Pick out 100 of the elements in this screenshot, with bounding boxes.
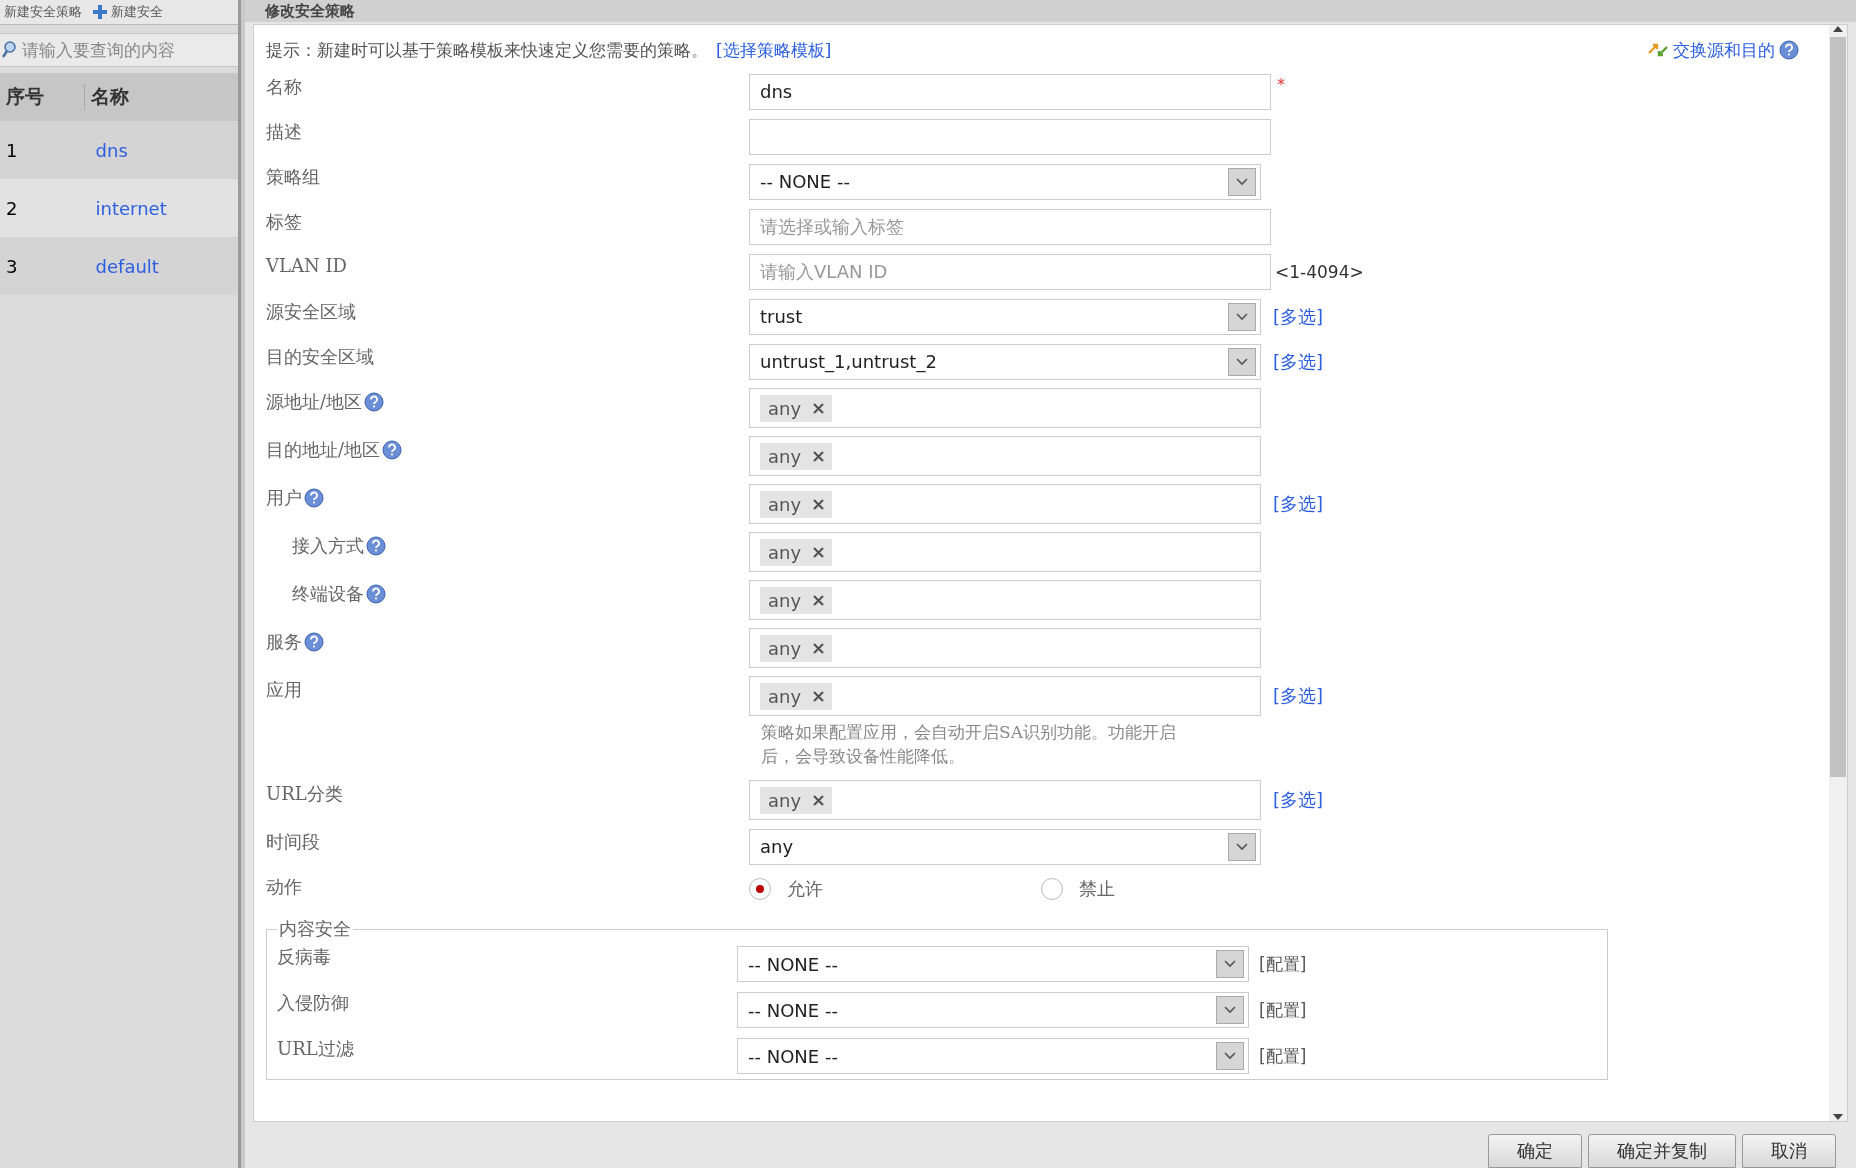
multi-select-link[interactable]: [多选]: [1273, 789, 1324, 810]
app-note: 策略如果配置应用，会自动开启SA识别功能。功能开启后，会导致设备性能降低。: [761, 721, 1177, 768]
dialog-button[interactable]: 确定: [1488, 1134, 1582, 1168]
radio-option[interactable]: 禁止: [1041, 877, 1333, 901]
help-icon[interactable]: [304, 632, 324, 652]
dropdown-button[interactable]: [1228, 347, 1256, 376]
field-label: 源安全区域: [266, 300, 356, 324]
radio-button[interactable]: [1041, 878, 1063, 900]
close-icon[interactable]: [813, 794, 825, 806]
select-field[interactable]: trust: [749, 298, 1261, 335]
table-row[interactable]: 2 internet: [0, 179, 238, 237]
help-icon[interactable]: [382, 440, 403, 460]
dropdown-button[interactable]: [1228, 302, 1256, 331]
new-policy-button[interactable]: 新建安全: [92, 3, 163, 21]
scroll-down-icon[interactable]: [1833, 1113, 1843, 1121]
field-label: 源地址/地区: [266, 390, 363, 414]
select-field[interactable]: any: [749, 828, 1261, 865]
tag-field[interactable]: any: [749, 484, 1261, 524]
tag-field[interactable]: any: [749, 388, 1261, 428]
close-icon[interactable]: [813, 642, 825, 654]
select-field[interactable]: -- NONE --: [737, 992, 1249, 1028]
field-label: 名称: [266, 75, 302, 99]
table-row[interactable]: 3 default: [0, 237, 238, 295]
tag-chip: any: [760, 442, 833, 470]
required-marker: *: [1277, 75, 1285, 94]
field-label: 接入方式: [292, 534, 364, 558]
radio-button[interactable]: [749, 878, 771, 900]
dropdown-button[interactable]: [1216, 996, 1244, 1024]
tag-field[interactable]: any: [749, 780, 1261, 820]
tag-chip: any: [760, 682, 833, 710]
dropdown-button[interactable]: [1216, 1042, 1244, 1070]
dropdown-button[interactable]: [1216, 950, 1244, 978]
chevron-down-icon: [1224, 1006, 1236, 1014]
multi-select-link[interactable]: [多选]: [1273, 305, 1324, 327]
scroll-up-icon[interactable]: [1833, 25, 1843, 33]
text-field[interactable]: dns: [749, 73, 1271, 110]
template-link[interactable]: [选择策略模板]: [716, 38, 832, 62]
config-link[interactable]: [配置]: [1259, 998, 1307, 1022]
help-icon[interactable]: [364, 392, 385, 412]
field-label: 动作: [266, 875, 302, 899]
dropdown-button[interactable]: [1228, 832, 1256, 861]
group-title: 内容安全: [278, 917, 352, 941]
config-link[interactable]: [配置]: [1259, 952, 1307, 976]
search-field[interactable]: 请输入要查询的内容: [0, 33, 238, 67]
tag-chip: any: [760, 490, 833, 518]
field-label: VLAN ID: [266, 255, 347, 276]
table-cell: 1: [6, 139, 18, 161]
field-label: 描述: [266, 120, 302, 144]
text-field[interactable]: 请输入VLAN ID: [749, 253, 1271, 290]
policy-link[interactable]: default: [95, 255, 159, 277]
column-header: 名称: [91, 85, 130, 107]
field-label: 用户: [266, 486, 302, 510]
table-row[interactable]: 1 dns: [0, 121, 238, 179]
close-icon[interactable]: [813, 594, 825, 606]
multi-select-link[interactable]: [多选]: [1273, 493, 1324, 514]
field-label: 终端设备: [292, 582, 364, 606]
help-icon[interactable]: [304, 488, 324, 508]
column-header: 序号: [6, 85, 44, 107]
select-field[interactable]: untrust_1,untrust_2: [749, 343, 1261, 380]
chevron-down-icon: [1236, 312, 1248, 321]
close-icon[interactable]: [813, 690, 825, 702]
field-label: 服务: [266, 630, 302, 654]
tag-field[interactable]: any: [749, 532, 1261, 572]
close-icon[interactable]: [813, 450, 825, 462]
swap-link[interactable]: 交换源和目的: [1647, 38, 1799, 62]
help-icon[interactable]: [1779, 40, 1799, 60]
policy-link[interactable]: internet: [95, 197, 167, 219]
text-field[interactable]: 请选择或输入标签: [749, 208, 1271, 245]
tag-field[interactable]: any: [749, 628, 1261, 668]
dialog-title: 修改安全策略: [265, 1, 355, 21]
chevron-down-icon: [1236, 177, 1248, 186]
tag-field[interactable]: any: [749, 580, 1261, 620]
tag-chip: any: [760, 394, 833, 422]
close-icon[interactable]: [813, 402, 825, 414]
new-policy-button[interactable]: 新建安全策略: [4, 3, 82, 21]
chevron-down-icon: [1236, 842, 1248, 851]
text-field[interactable]: [749, 118, 1271, 155]
tag-field[interactable]: any: [749, 676, 1261, 716]
dropdown-button[interactable]: [1228, 167, 1256, 196]
field-label: URL过滤: [277, 1037, 355, 1061]
field-label: 策略组: [266, 165, 320, 189]
policy-link[interactable]: dns: [95, 139, 128, 161]
dialog-button[interactable]: 取消: [1742, 1134, 1836, 1168]
close-icon[interactable]: [813, 498, 825, 510]
select-field[interactable]: -- NONE --: [749, 163, 1261, 200]
radio-option[interactable]: 允许: [749, 877, 1041, 901]
multi-select-link[interactable]: [多选]: [1273, 350, 1324, 372]
multi-select-link[interactable]: [多选]: [1273, 685, 1324, 706]
tag-field[interactable]: any: [749, 436, 1261, 476]
field-label: 标签: [266, 210, 302, 234]
close-icon[interactable]: [813, 546, 825, 558]
field-label: 反病毒: [277, 945, 332, 969]
config-link[interactable]: [配置]: [1259, 1044, 1307, 1068]
scrollbar[interactable]: [1829, 25, 1847, 1121]
hint-text: 提示：新建时可以基于策略模板来快速定义您需要的策略。: [266, 38, 708, 62]
select-field[interactable]: -- NONE --: [737, 946, 1249, 982]
dialog-button[interactable]: 确定并复制: [1588, 1134, 1736, 1168]
select-field[interactable]: -- NONE --: [737, 1038, 1249, 1074]
help-icon[interactable]: [366, 536, 386, 556]
help-icon[interactable]: [366, 584, 386, 604]
